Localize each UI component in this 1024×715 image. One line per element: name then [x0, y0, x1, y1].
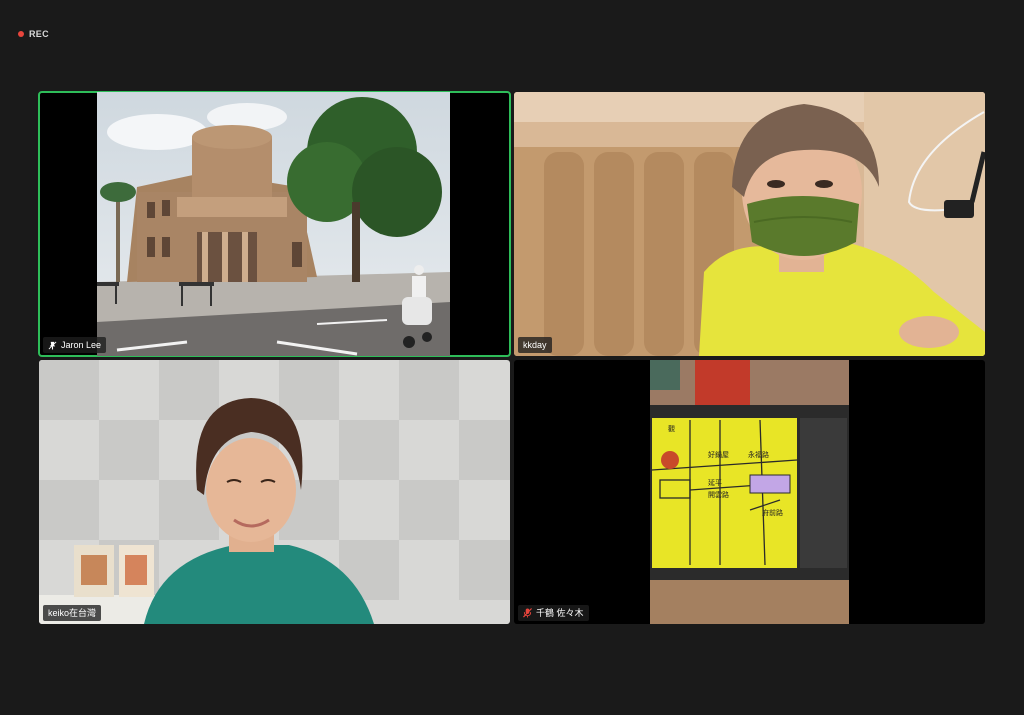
participant-name-tag: keiko在台灣	[43, 605, 102, 621]
participant-name: 千鶴 佐々木	[536, 608, 584, 618]
map-label: 府前路	[762, 509, 783, 517]
participant-name: keiko在台灣	[48, 608, 97, 618]
map-label: 觀	[668, 425, 675, 433]
video-tile-keiko[interactable]: keiko在台灣	[39, 360, 510, 624]
video-feed-kkday	[514, 92, 985, 356]
map-label: 好鍋屋	[708, 451, 729, 459]
map-labels: 觀 好鍋屋 永福路 延平 開雲路 府前路	[664, 420, 804, 570]
recording-indicator: REC	[18, 29, 49, 39]
video-tile-kkday[interactable]: kkday	[514, 92, 985, 356]
muted-mic-icon	[523, 608, 532, 618]
video-tile-chizuru[interactable]: 觀 好鍋屋 永福路 延平 開雲路 府前路 千鶴 佐々木	[514, 360, 985, 624]
map-label: 開雲路	[708, 491, 729, 499]
participant-name: kkday	[523, 340, 547, 350]
participant-name-tag: kkday	[518, 337, 552, 353]
recording-dot-icon	[18, 31, 24, 37]
pin-icon	[48, 341, 57, 350]
map-label: 永福路	[748, 451, 769, 459]
map-label: 延平	[708, 479, 722, 487]
participant-name-tag: Jaron Lee	[43, 337, 107, 353]
participant-name: Jaron Lee	[61, 340, 102, 350]
video-feed-keiko	[39, 360, 510, 624]
recording-label: REC	[29, 29, 49, 39]
video-tile-jaron-lee[interactable]: Jaron Lee	[38, 91, 511, 357]
video-feed-building	[97, 92, 450, 356]
participant-name-tag: 千鶴 佐々木	[518, 605, 589, 621]
